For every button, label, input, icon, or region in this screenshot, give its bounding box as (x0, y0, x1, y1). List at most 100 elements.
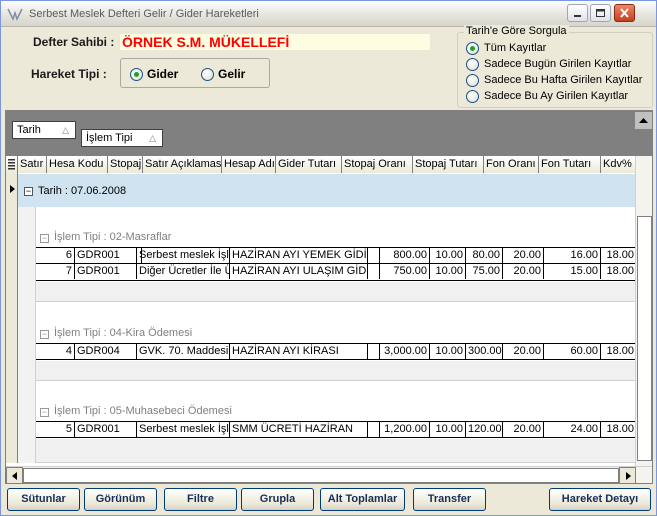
subtotals-button[interactable]: Alt Toplamlar (320, 488, 405, 511)
col-fon-tutari[interactable]: Fon Tutarı (539, 156, 601, 173)
sort-asc-icon: △ (149, 133, 156, 143)
radio-today[interactable] (466, 58, 479, 71)
owner-value-field[interactable]: ÖRNEK S.M. MÜKELLEFİ (120, 34, 430, 50)
group-footer (36, 282, 636, 302)
app-icon (7, 8, 23, 21)
radio-week[interactable] (466, 74, 479, 87)
vertical-scroll-thumb[interactable] (637, 216, 652, 461)
close-icon (620, 8, 629, 18)
table-row[interactable]: 4 GDR004 GVK. 70. Maddesin HAZİRAN AYI K… (36, 343, 636, 360)
close-button[interactable] (614, 4, 635, 22)
group-by-panel: Tarih △ İşlem Tipi △ (6, 111, 652, 156)
col-stopaj-orani[interactable]: Stopaj Oranı (342, 156, 413, 173)
cell-stopaj-tutari: 120.00 (468, 422, 503, 437)
cell-aciklama: Serbest meslek İşle (139, 248, 230, 263)
vertical-scrollbar[interactable] (635, 156, 652, 466)
cell-satir: 4 (36, 344, 75, 359)
col-fon-orani[interactable]: Fon Oranı (484, 156, 539, 173)
cell-empty (368, 248, 380, 263)
cell-satir: 5 (36, 422, 75, 437)
radio-month[interactable] (466, 90, 479, 103)
collapse-icon[interactable]: − (40, 234, 49, 243)
transfer-button[interactable]: Transfer (413, 488, 486, 511)
radio-gider[interactable] (130, 68, 143, 81)
col-hesap-adi[interactable]: Hesap Adı (222, 156, 276, 173)
cell-empty (368, 422, 380, 437)
cell-hesap: SMM ÜCRETİ HAZİRAN (230, 422, 368, 437)
table-row[interactable]: 6 GDR001 Serbest meslek İşle HAZİRAN AYI… (36, 247, 636, 264)
cell-empty (368, 344, 380, 359)
group-label-masraflar: İşlem Tipi : 02-Masraflar (54, 231, 172, 243)
cell-gider: 800.00 (380, 248, 430, 263)
cell-fon-tutari: 24.00 (544, 422, 601, 437)
cell-satir: 7 (36, 264, 75, 279)
horizontal-scrollbar[interactable] (6, 466, 652, 484)
col-hesap-kodu[interactable]: Hesa Kodu (47, 156, 108, 173)
date-group-label: Tarih : 07.06.2008 (38, 185, 127, 197)
owner-label: Defter Sahibi : (33, 35, 115, 49)
scroll-left-button[interactable] (6, 467, 23, 484)
cell-fon-orani: 20.00 (503, 248, 544, 263)
collapse-icon[interactable]: − (24, 187, 33, 196)
group-chip-islem-tipi[interactable]: İşlem Tipi △ (81, 129, 163, 147)
collapse-icon[interactable]: − (40, 408, 49, 417)
cell-stopaj-orani: 10.00 (430, 248, 466, 263)
group-spacer (18, 207, 636, 211)
collapse-icon[interactable]: − (40, 330, 49, 339)
cell-kdv: 18.00 (606, 265, 634, 277)
radio-gelir-label[interactable]: Gelir (218, 67, 245, 81)
cell-kdv: 18.00 (606, 345, 634, 357)
date-group-row[interactable]: − Tarih : 07.06.2008 (18, 174, 636, 207)
radio-gelir[interactable] (201, 68, 214, 81)
radio-gider-label[interactable]: Gider (147, 67, 178, 81)
col-satir[interactable]: Satır (18, 156, 47, 173)
filter-button[interactable]: Filtre (164, 488, 237, 511)
maximize-button[interactable] (590, 4, 611, 22)
minimize-button[interactable] (567, 4, 588, 22)
col-stopaj[interactable]: Stopaj (108, 156, 143, 173)
cell-stopaj-orani: 10.00 (430, 344, 466, 359)
cell-fon-orani: 20.00 (503, 344, 544, 359)
cell-hesap: HAZİRAN AYI ULAŞIM GİD (232, 264, 368, 279)
cell-gider: 3,000.00 (380, 344, 430, 359)
column-chooser-icon[interactable] (6, 156, 18, 173)
scroll-up-button[interactable] (635, 112, 652, 129)
col-kdv[interactable]: Kdv% (601, 156, 636, 173)
group-button[interactable]: Grupla (241, 488, 314, 511)
date-filter-group: Tarih'e Göre Sorgula Tüm Kayıtlar Sadece… (457, 25, 653, 108)
cell-stopaj-orani: 10.00 (430, 422, 466, 437)
table-row[interactable]: 7 GDR001 Diğer Ücretler İle Ü HAZİRAN AY… (36, 264, 636, 281)
maximize-icon (596, 9, 605, 17)
cell-gider: 1,200.00 (380, 422, 430, 437)
date-filter-week-label[interactable]: Sadece Bu Hafta Girilen Kayıtlar (484, 74, 642, 86)
row-indicator-column (6, 173, 18, 463)
group-chip-islem-tipi-label: İşlem Tipi (86, 132, 133, 144)
cell-fon-tutari: 60.00 (544, 344, 601, 359)
horizontal-scroll-thumb[interactable] (23, 468, 619, 483)
date-filter-all-label[interactable]: Tüm Kayıtlar (484, 42, 546, 54)
view-button[interactable]: Görünüm (84, 488, 157, 511)
table-row[interactable]: 5 GDR001 Serbest meslek İşle SMM ÜCRETİ … (36, 421, 636, 438)
cell-kdv: 18.00 (606, 423, 634, 435)
scroll-right-button[interactable] (619, 467, 636, 484)
date-filter-today-label[interactable]: Sadece Bugün Girilen Kayıtlar (484, 58, 631, 70)
date-filter-month-label[interactable]: Sadece Bu Ay Girilen Kayıtlar (484, 90, 628, 102)
columns-button[interactable]: Sütunlar (7, 488, 80, 511)
cell-kdv: 18.00 (606, 249, 634, 261)
movement-detail-button[interactable]: Hareket Detayı (549, 488, 651, 511)
title-bar[interactable]: Serbest Meslek Defteri Gelir / Gider Har… (1, 1, 656, 27)
cell-stopaj-tutari: 75.00 (466, 264, 503, 279)
group-footer (36, 361, 636, 381)
group-label-muhasebeci: İşlem Tipi : 05-Muhasebeci Ödemesi (54, 405, 232, 417)
group-chip-tarih[interactable]: Tarih △ (12, 121, 76, 139)
column-header-row: Satır Hesa Kodu Stopaj Satır Açıklaması … (6, 156, 636, 173)
arrow-up-icon (639, 118, 648, 123)
movement-type-group: Gider Gelir (120, 58, 270, 88)
cell-aciklama: Serbest meslek İşle (139, 422, 230, 437)
col-stopaj-tutari[interactable]: Stopaj Tutarı (413, 156, 484, 173)
col-gider-tutari[interactable]: Gider Tutarı (276, 156, 342, 173)
col-satir-aciklamasi[interactable]: Satır Açıklaması (143, 156, 222, 173)
cell-hesap: HAZİRAN AYI KİRASI (230, 344, 368, 359)
radio-all[interactable] (466, 42, 479, 55)
minimize-icon (574, 15, 581, 17)
